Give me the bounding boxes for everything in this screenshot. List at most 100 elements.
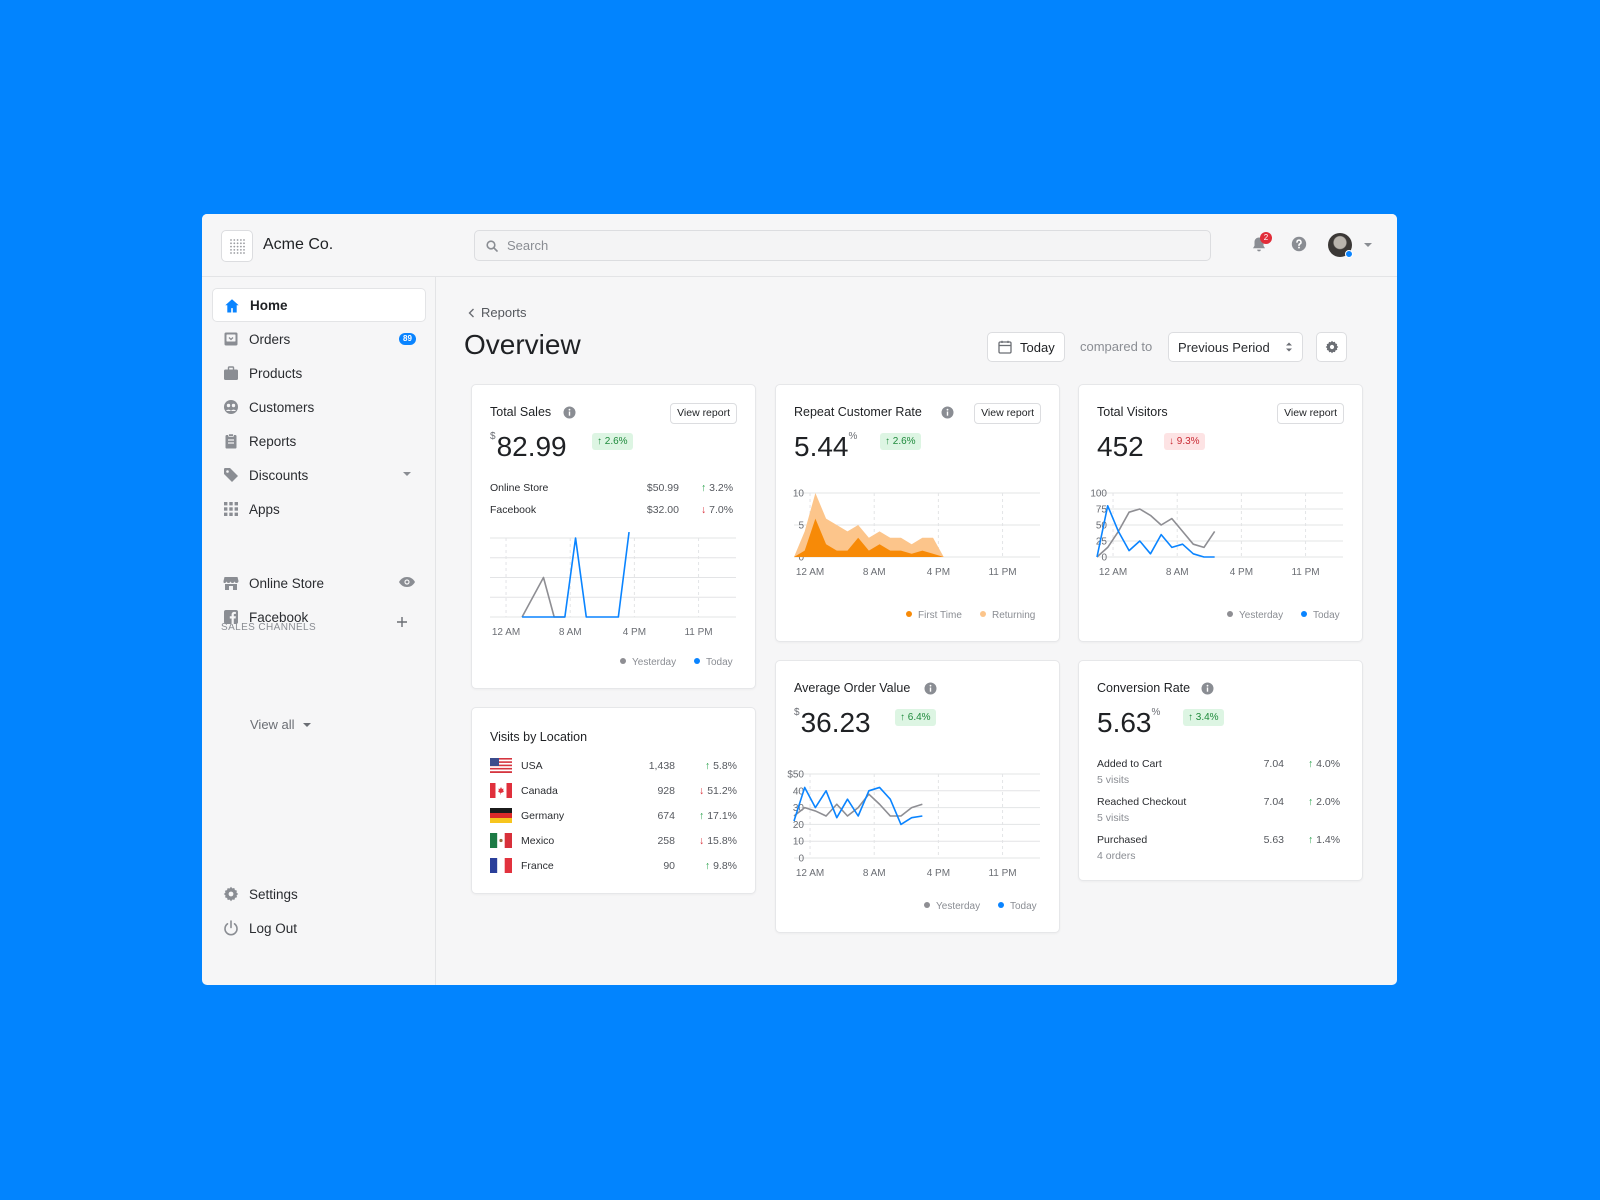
select-arrows-icon: [1286, 342, 1292, 352]
sidebar-item-label: Customers: [249, 399, 315, 415]
info-icon[interactable]: [1201, 682, 1214, 695]
view-report-button[interactable]: View report: [974, 403, 1041, 424]
y-tick-label: 5: [798, 521, 804, 532]
gear-icon: [223, 886, 239, 902]
sidebar-item-orders[interactable]: Orders 89: [212, 322, 426, 356]
eye-icon[interactable]: [398, 576, 416, 588]
legend-item: Today: [694, 657, 733, 668]
sidebar-item-facebook[interactable]: Facebook: [212, 600, 426, 634]
legend-item: First Time: [906, 610, 962, 621]
legend-label: Today: [1313, 610, 1340, 621]
sidebar-item-label: Orders: [249, 331, 291, 347]
home-icon: [225, 299, 239, 313]
chevron-down-icon[interactable]: [302, 722, 312, 728]
area-series-first-time: [794, 518, 944, 557]
x-tick-label: 12 AM: [492, 627, 520, 638]
sidebar-item-discounts[interactable]: Discounts: [212, 458, 426, 492]
sidebar-item-label: Log Out: [249, 920, 298, 936]
view-report-button[interactable]: View report: [1277, 403, 1344, 424]
view-all-link[interactable]: View all: [250, 717, 295, 732]
view-report-button[interactable]: View report: [670, 403, 737, 424]
info-icon[interactable]: [924, 682, 937, 695]
mexico-flag-icon: [490, 833, 512, 848]
sidebar: Home Orders 89 Products Customers Report…: [202, 277, 436, 985]
legend-item: Yesterday: [924, 901, 980, 912]
sidebar-item-products[interactable]: Products: [212, 356, 426, 390]
legend-dot: [1301, 611, 1307, 617]
card-title: Conversion Rate: [1097, 681, 1191, 695]
y-tick-label: 10: [793, 489, 805, 500]
chevron-left-icon[interactable]: [468, 308, 475, 318]
sidebar-item-online-store[interactable]: Online Store: [212, 566, 426, 600]
legend-item: Yesterday: [620, 657, 676, 668]
sidebar-item-label: Discounts: [249, 467, 309, 483]
funnel-step-sub: 4 orders: [1097, 850, 1136, 862]
conversion-rate-card: Conversion Rate 5.63% ↑ 3.4% Added to Ca…: [1078, 660, 1363, 881]
breakdown-value: $32.00: [646, 504, 679, 516]
legend-dot: [694, 658, 700, 664]
breadcrumb[interactable]: Reports: [481, 305, 527, 320]
sidebar-item-apps[interactable]: Apps: [212, 492, 426, 526]
legend-label: Today: [706, 657, 733, 668]
legend-dot: [906, 611, 912, 617]
arrow-up-icon: ↑: [701, 482, 707, 494]
y-tick-label: 10: [793, 837, 805, 848]
chevron-down-icon[interactable]: [402, 471, 412, 477]
x-tick-label: 8 AM: [863, 567, 886, 578]
orders-icon: [224, 332, 238, 346]
conversion-rate-value: 5.63%: [1097, 707, 1160, 739]
visit-count: 674: [657, 810, 675, 822]
x-tick-label: 11 PM: [684, 627, 712, 638]
line-series-yesterday: [1096, 508, 1216, 558]
power-icon: [224, 920, 238, 936]
breakdown-label: Online Store: [490, 482, 549, 494]
x-tick-label: 11 PM: [988, 868, 1016, 879]
legend-label: First Time: [918, 610, 962, 621]
settings-button[interactable]: [1316, 332, 1347, 362]
legend-label: Yesterday: [936, 901, 981, 912]
delta-text: 15.8%: [707, 835, 737, 847]
x-tick-label: 11 PM: [1291, 567, 1319, 578]
visit-count: 90: [663, 860, 675, 872]
sidebar-item-logout[interactable]: Log Out: [212, 911, 426, 945]
y-tick-label: $50: [787, 770, 804, 781]
card-title: Average Order Value: [794, 681, 911, 695]
visit-count: 1,438: [648, 760, 675, 772]
x-tick-label: 4 PM: [1230, 567, 1253, 578]
sidebar-item-customers[interactable]: Customers: [212, 390, 426, 424]
chevron-down-icon[interactable]: [1363, 242, 1373, 248]
breakdown-label: Facebook: [490, 504, 537, 516]
sidebar-item-label: Facebook: [249, 609, 309, 625]
top-bar: Acme Co. 2: [202, 214, 1397, 277]
currency-symbol: $: [490, 431, 496, 442]
search-input[interactable]: [507, 231, 1197, 260]
sidebar-item-label: Settings: [249, 886, 298, 902]
sidebar-item-reports[interactable]: Reports: [212, 424, 426, 458]
value-number: 452: [1097, 431, 1144, 462]
delta-text: 17.1%: [707, 810, 737, 822]
help-icon[interactable]: [1291, 236, 1307, 252]
info-icon[interactable]: [563, 406, 576, 419]
delta-text: 9.8%: [713, 860, 737, 872]
repeat-rate-chart: 051012 AM 8 AM 4 PM 11 PM: [793, 489, 1040, 578]
calendar-icon: [998, 340, 1012, 354]
arrow-up-icon: ↑: [699, 810, 705, 822]
country-name: France: [521, 860, 554, 872]
date-range-button[interactable]: Today: [987, 332, 1065, 362]
avg-order-value: $36.23: [794, 707, 871, 739]
info-icon[interactable]: [941, 406, 954, 419]
logo-icon[interactable]: [221, 230, 253, 262]
online-status-dot: [1345, 250, 1353, 258]
legend-item: Yesterday: [1227, 610, 1283, 621]
legend-item: Today: [1301, 610, 1340, 621]
legend-dot: [1227, 611, 1233, 617]
comparison-period-select[interactable]: Previous Period: [1168, 332, 1303, 362]
legend-dot: [620, 658, 626, 664]
sidebar-item-settings[interactable]: Settings: [212, 877, 426, 911]
funnel-step-delta: ↑ 1.4%: [1308, 834, 1340, 846]
reports-icon: [225, 433, 237, 449]
search-bar[interactable]: [474, 230, 1211, 261]
france-flag-icon: [490, 858, 512, 873]
y-tick-label: 50: [1096, 521, 1108, 532]
sidebar-item-home[interactable]: Home: [212, 288, 426, 322]
